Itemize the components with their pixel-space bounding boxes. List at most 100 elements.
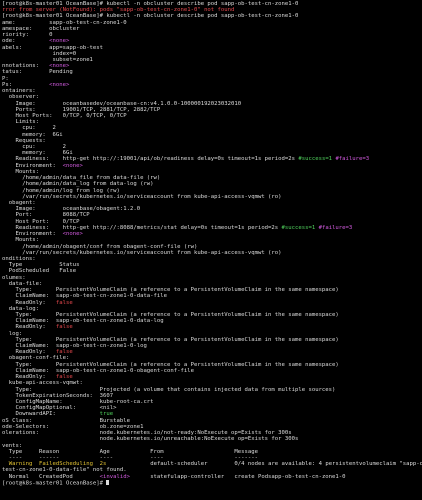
- terminal-text: ode-Selectors: ob.zone=zone1: [2, 423, 144, 430]
- terminal-text: [root@k8s-master01 OceanBase]#: [2, 480, 107, 487]
- terminal-text: node.kubernetes.io/unreachable:NoExecute…: [2, 436, 299, 443]
- terminal-text: statefulapp-controller create Podsapp-ob…: [129, 473, 346, 480]
- terminal-window[interactable]: [root@k8s-master01 OceanBase]# kubectl -…: [0, 0, 422, 500]
- terminal-text: #success=1: [298, 156, 333, 163]
- terminal-text: Ports: 19001/TCP, 2881/TCP, 2882/TCP: [2, 106, 161, 113]
- terminal-text: #failure=3: [318, 224, 353, 231]
- terminal-text: Type: PersistentVolumeClaim (a reference…: [2, 361, 339, 368]
- terminal-text: [root@k8s-master01 OceanBase]# kubectl -…: [2, 1, 299, 7]
- terminal-text: #failure=3: [335, 156, 370, 163]
- terminal-text: subset=zone1: [2, 56, 93, 63]
- terminal-text: ReadOnly:: [2, 299, 56, 306]
- terminal-text: DownwardAPI:: [2, 411, 100, 418]
- terminal-text: Host Ports: 0/TCP, 0/TCP, 0/TCP: [2, 112, 127, 119]
- terminal-text: Type: PersistentVolumeClaim (a reference…: [2, 287, 339, 294]
- terminal-text: /home/admin/obagent/conf from obagent-co…: [2, 243, 198, 250]
- terminal-text: Readiness: http-get http://:19001/api/ob…: [2, 156, 299, 163]
- terminal-text: TokenExpirationSeconds: 3607: [2, 392, 114, 399]
- terminal-text: PodScheduled False: [2, 268, 77, 275]
- terminal-text: Type Status: [2, 262, 80, 269]
- terminal-text: Port: 8088/TCP: [2, 212, 90, 219]
- terminal-text: /home/admin/data_log from data-log (rw): [2, 181, 154, 188]
- terminal-text: false: [55, 299, 73, 306]
- terminal-text: Image: oceanbase/obagent:1.2.0: [2, 206, 141, 213]
- terminal-text: ClaimName: sapp-ob-test-cn-zone1-0-data-…: [2, 293, 168, 300]
- terminal-output: [root@k8s-master01 OceanBase]# kubectl -…: [2, 1, 422, 486]
- terminal-text: olumes:: [2, 274, 26, 281]
- terminal-text: Environment:: [2, 231, 63, 238]
- terminal-text: test-cn-zone1-0-data-file" not found.: [2, 467, 127, 474]
- terminal-text: default-scheduler 0/4 nodes are availabl…: [106, 461, 422, 468]
- terminal-text: P:: [2, 75, 9, 82]
- terminal-text: ClaimName: sapp-ob-test-cn-zone1-0-data-…: [2, 318, 164, 325]
- terminal-text: tatus: Pending: [2, 69, 73, 76]
- terminal-text: [root@k8s-master01 OceanBase]# kubectl -…: [2, 13, 299, 20]
- terminal-text: Ps:: [2, 81, 50, 88]
- terminal-text: false: [55, 349, 73, 356]
- terminal-text: /home/admin/log from log (rw): [2, 187, 120, 194]
- terminal-text: Environment:: [2, 162, 63, 169]
- terminal-line: [root@k8s-master01 OceanBase]#: [2, 479, 422, 487]
- terminal-text: #success=1: [281, 224, 316, 231]
- terminal-text: false: [55, 374, 73, 381]
- terminal-text: observer:: [2, 94, 40, 101]
- terminal-text: false: [55, 324, 73, 331]
- terminal-text: ReadOnly:: [2, 324, 56, 331]
- terminal-text: data-log:: [2, 305, 40, 312]
- terminal-text: Type Reason Age From Message: [2, 448, 258, 455]
- terminal-text: ConfigMapName: kube-root-ca.crt: [2, 399, 154, 405]
- terminal-text: cpu: 2: [2, 144, 66, 151]
- terminal-text: <none>: [49, 38, 70, 45]
- terminal-text: ---- ------ ---- ---- -------: [2, 454, 258, 461]
- terminal-text: <none>: [62, 231, 83, 238]
- terminal-text: cpu: 2: [2, 125, 56, 132]
- terminal-text: <none>: [49, 81, 70, 88]
- terminal-text: Type: PersistentVolumeClaim (a reference…: [2, 311, 339, 318]
- terminal-text: data-file:: [2, 280, 43, 287]
- terminal-text: <none>: [49, 63, 70, 70]
- terminal-text: Type: PersistentVolumeClaim (a reference…: [2, 336, 339, 343]
- terminal-text: ode:: [2, 38, 50, 45]
- terminal-text: Host Port: 0/TCP: [2, 218, 80, 225]
- terminal-text: ReadOnly:: [2, 374, 56, 381]
- terminal-text: ame: sapp-ob-test-cn-zone1-0: [2, 19, 127, 26]
- terminal-text: Mounts:: [2, 168, 40, 175]
- terminal-text: abels: app=sapp-ob-test: [2, 44, 104, 51]
- terminal-text: ontainers:: [2, 88, 36, 95]
- terminal-text: log:: [2, 330, 23, 337]
- terminal-text: rror from server (NotFound): pods "sapp-…: [2, 7, 235, 14]
- terminal-text: ClaimName: sapp-ob-test-cn-zone1-0-obage…: [2, 367, 194, 374]
- terminal-text: onditions:: [2, 255, 36, 262]
- terminal-text: ReadOnly:: [2, 349, 56, 356]
- terminal-text: <invalid>: [99, 473, 130, 480]
- terminal-text: /var/run/secrets/kubernetes.io/serviceac…: [2, 193, 282, 200]
- terminal-text: olerations: node.kubernetes.io/not-ready…: [2, 430, 292, 437]
- terminal-text: ConfigMapOptional: <nil>: [2, 405, 117, 412]
- terminal-text: Warning FailedScheduling 2s: [8, 461, 107, 468]
- terminal-text: memory: 6Gi: [2, 150, 73, 157]
- terminal-text: Limits:: [2, 119, 40, 126]
- terminal-text: <none>: [62, 162, 83, 169]
- terminal-text: Readiness: http-get http://:8088/metrics…: [2, 224, 282, 231]
- terminal-text: /home/admin/data_file from data-file (rw…: [2, 175, 161, 182]
- terminal-text: Mounts:: [2, 237, 40, 244]
- terminal-text: Normal CreatedPod: [2, 473, 100, 480]
- terminal-text: obagent:: [2, 200, 36, 206]
- terminal-text: ClaimName: sapp-ob-test-cn-zone1-0-log: [2, 343, 147, 350]
- terminal-text: index=0: [2, 50, 77, 57]
- terminal-text: Image: oceanbasedev/oceanbase-cn:v4.1.0.…: [2, 100, 242, 107]
- terminal-text: true: [99, 411, 114, 418]
- terminal-text: memory: 6Gi: [2, 131, 63, 138]
- terminal-text: obagent-conf-file:: [2, 355, 70, 362]
- terminal-text: riority: 0: [2, 32, 53, 39]
- terminal-text: kube-api-access-vqmwt:: [2, 380, 83, 387]
- terminal-text: nnotations:: [2, 63, 50, 70]
- terminal-text: vents:: [2, 442, 23, 449]
- terminal-text: Type: Projected (a volume that contains …: [2, 386, 336, 393]
- terminal-text: oS Class: Burstable: [2, 417, 130, 424]
- terminal-text: Requests:: [2, 137, 46, 144]
- terminal-text: /var/run/secrets/kubernetes.io/serviceac…: [2, 249, 282, 256]
- terminal-text: amespace: obcluster: [2, 25, 80, 32]
- terminal-cursor[interactable]: [106, 479, 110, 486]
